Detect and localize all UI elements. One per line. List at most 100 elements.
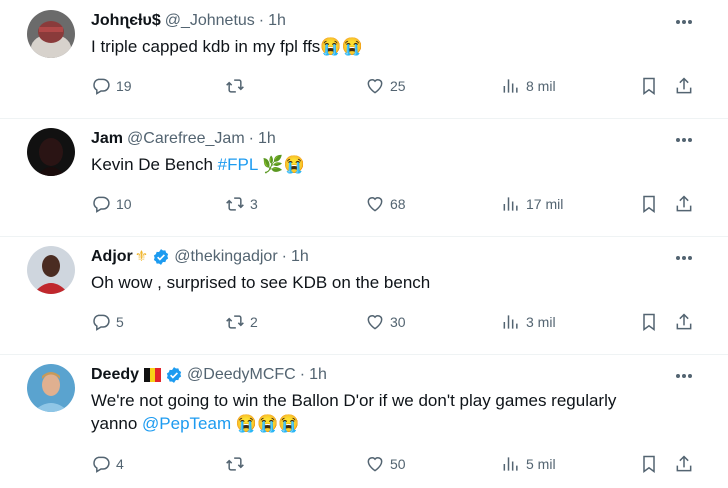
like-icon [367,315,383,330]
tweet-text-line-2: yanno @PepTeam 😭😭😭 [91,412,681,435]
emoji: 😭😭 [320,37,363,56]
share-button[interactable] [674,452,694,476]
verified-icon[interactable] [152,248,170,266]
retweet-button[interactable]: 3 [225,192,258,216]
more-icon[interactable] [672,130,696,150]
avatar[interactable] [27,364,75,412]
like-count: 68 [390,196,406,212]
tweet-text-body: I triple capped kdb in my fpl ffs [91,37,321,56]
mention-link[interactable]: @PepTeam [142,414,231,433]
retweet-button[interactable] [225,74,250,98]
tweet-1[interactable]: Johɳєƚυ$ @_Johnetus · 1h I triple capped… [0,0,728,119]
share-icon [676,313,692,330]
more-icon[interactable] [672,12,696,32]
display-name[interactable]: Deedy [91,365,139,385]
share-button[interactable] [674,192,694,216]
separator-dot: · [248,130,254,147]
verified-icon[interactable] [165,366,183,384]
handle[interactable]: @DeedyMCFC [187,365,296,385]
display-name[interactable]: Adjor [91,247,133,267]
action-bar: 10 3 68 17 mil [91,192,711,216]
reply-button[interactable]: 5 [91,310,124,334]
separator-dot: · [258,12,265,29]
avatar[interactable] [27,10,75,58]
view-count: 5 mil [526,456,556,472]
like-count: 30 [390,314,406,330]
share-icon [676,195,692,212]
retweet-icon [226,457,244,471]
retweet-icon [226,315,244,329]
retweet-icon [226,197,244,211]
views-button[interactable]: 3 mil [501,310,556,334]
retweet-button[interactable] [225,452,250,476]
tweet-text-body: yanno [91,414,143,433]
reply-icon [93,196,110,213]
tweet-text: We're not going to win the Ballon D'or i… [91,389,681,435]
reply-icon [93,78,110,95]
views-button[interactable]: 8 mil [501,74,556,98]
emoji: 😭😭😭 [231,414,300,433]
separator-dot: · [281,248,287,265]
views-icon [503,315,518,329]
views-button[interactable]: 5 mil [501,452,556,476]
handle[interactable]: @Carefree_Jam [127,129,245,149]
retweet-count: 3 [250,196,258,212]
like-count: 50 [390,456,406,472]
bookmark-button[interactable] [639,310,659,334]
tweet-2[interactable]: Jam @Carefree_Jam · 1h Kevin De Bench #F… [0,119,728,237]
reply-button[interactable]: 4 [91,452,124,476]
bookmark-icon [643,455,655,473]
tweet-text-body: Oh wow , surprised to see KDB on the ben… [91,273,431,292]
display-name[interactable]: Jam [91,129,123,149]
reply-button[interactable]: 10 [91,192,132,216]
action-bar: 4 50 5 mil [91,452,711,476]
action-bar: 19 25 8 mil [91,74,711,98]
retweet-count: 2 [250,314,258,330]
bookmark-button[interactable] [639,452,659,476]
display-name[interactable]: Johɳєƚυ$ [91,11,161,31]
retweet-button[interactable]: 2 [225,310,258,334]
reply-count: 19 [116,78,132,94]
more-icon[interactable] [672,366,696,386]
like-button[interactable]: 68 [365,192,406,216]
like-icon [367,79,383,94]
views-icon [503,79,518,93]
share-button[interactable] [674,74,694,98]
bookmark-button[interactable] [639,192,659,216]
tweet-3[interactable]: Adjor ⚜ @thekingadjor · 1h Oh wow , surp… [0,237,728,355]
timestamp[interactable]: 1h [258,129,276,149]
like-icon [367,197,383,212]
timestamp[interactable]: 1h [291,247,309,267]
avatar[interactable] [27,246,75,294]
view-count: 3 mil [526,314,556,330]
tweet-text: I triple capped kdb in my fpl ffs😭😭 [91,35,681,58]
views-button[interactable]: 17 mil [501,192,563,216]
avatar[interactable] [27,128,75,176]
reply-icon [93,314,110,331]
handle[interactable]: @_Johnetus [165,11,255,31]
like-count: 25 [390,78,406,94]
view-count: 8 mil [526,78,556,94]
like-button[interactable]: 30 [365,310,406,334]
timestamp[interactable]: 1h [268,11,286,31]
emoji: 🌿😭 [262,155,305,174]
separator-dot: · [299,366,306,383]
bookmark-icon [643,313,655,331]
tweet-4[interactable]: Deedy @DeedyMCFC · 1h We're not going to… [0,355,728,488]
more-icon[interactable] [672,248,696,268]
views-icon [503,197,518,211]
view-count: 17 mil [526,196,564,212]
handle[interactable]: @thekingadjor [174,247,277,267]
like-button[interactable]: 50 [365,452,406,476]
share-icon [676,455,692,472]
hashtag-link[interactable]: #FPL [218,155,258,174]
tweet-text-body: Kevin De Bench [91,155,218,174]
tweet-text: Oh wow , surprised to see KDB on the ben… [91,271,681,294]
crown-emoji: ⚜ [134,248,149,265]
reply-button[interactable]: 19 [91,74,132,98]
timestamp[interactable]: 1h [309,365,327,385]
bookmark-button[interactable] [639,74,659,98]
share-button[interactable] [674,310,694,334]
like-button[interactable]: 25 [365,74,406,98]
share-icon [676,77,692,94]
